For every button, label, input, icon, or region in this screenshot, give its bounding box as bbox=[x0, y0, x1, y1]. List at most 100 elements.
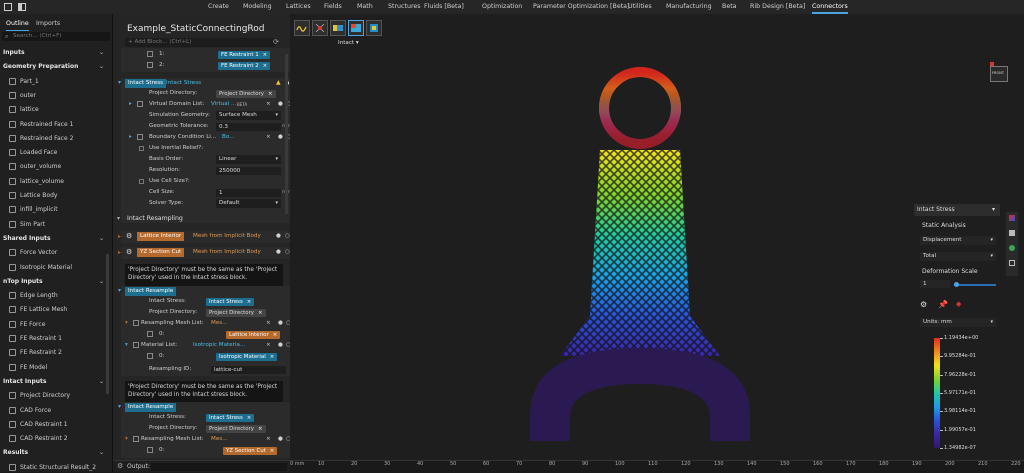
outline-item[interactable]: CAD Restraint 1 bbox=[0, 418, 110, 432]
expand-chevron-icon[interactable]: ▸ bbox=[129, 99, 132, 110]
outline-section-header[interactable]: Intact Inputs ⌄ bbox=[0, 375, 110, 389]
resampling-mesh-chip[interactable]: Mes... bbox=[211, 318, 228, 329]
remove-icon[interactable]: × bbox=[266, 99, 271, 110]
menu-item-connectors[interactable]: Connectors bbox=[812, 0, 848, 14]
outline-section-header[interactable]: Results ⌄ bbox=[0, 446, 110, 460]
deformation-scale-slider[interactable] bbox=[954, 282, 996, 287]
gear-icon[interactable]: ⚙ bbox=[920, 300, 927, 309]
block-name-label[interactable]: Intact Stress bbox=[163, 79, 204, 88]
chevron-down-icon[interactable]: ⌄ bbox=[99, 446, 104, 460]
info-icon[interactable]: ● bbox=[278, 318, 283, 329]
menu-item-math[interactable]: Math bbox=[357, 0, 373, 14]
resampling-id-input[interactable]: lattice-cut bbox=[211, 366, 286, 374]
layers-icon[interactable] bbox=[1009, 230, 1015, 236]
lattice-interior-chip[interactable]: Lattice Interior × bbox=[226, 331, 281, 339]
outline-item[interactable]: infill_implicit bbox=[0, 203, 110, 217]
section-chevron-icon[interactable]: ▾ bbox=[117, 215, 120, 222]
isotropic-material-chip[interactable]: Isotropic Material × bbox=[216, 353, 278, 361]
outline-section-header[interactable]: Inputs ⌄ bbox=[0, 46, 110, 60]
add-block-input[interactable]: + Add Block... (Ctrl+L) bbox=[125, 38, 275, 47]
outline-item[interactable]: FE Restraint 1 bbox=[0, 332, 110, 346]
simulation-geometry-dropdown[interactable]: Surface Mesh ▾ bbox=[216, 111, 281, 120]
collapse-chevron-icon[interactable]: ▾ bbox=[118, 79, 121, 86]
render-mode-thumbnail-active[interactable] bbox=[348, 20, 364, 36]
collapse-chevron-icon[interactable]: ▾ bbox=[118, 287, 121, 294]
pin-icon[interactable]: 📌 bbox=[938, 300, 948, 309]
remove-icon[interactable]: × bbox=[266, 340, 271, 351]
chevron-down-icon[interactable]: ⌄ bbox=[99, 375, 104, 389]
outline-item[interactable]: FE Restraint 2 bbox=[0, 346, 110, 360]
menu-item-manufacturing[interactable]: Manufacturing bbox=[666, 0, 712, 14]
refresh-icon[interactable]: ⟳ bbox=[273, 38, 279, 46]
component-dropdown[interactable]: Total ▾ bbox=[920, 252, 996, 261]
chevron-down-icon[interactable]: ▾ bbox=[992, 206, 995, 213]
notebook-scrollbar[interactable] bbox=[285, 54, 288, 214]
intact-stress-chip[interactable]: Intact Stress × bbox=[206, 414, 255, 422]
render-mode-thumbnail[interactable] bbox=[366, 20, 382, 36]
outline-search-input[interactable]: Search... (Ctrl+F) bbox=[13, 32, 62, 41]
expand-chevron-icon[interactable]: ▸ bbox=[129, 132, 132, 143]
outline-item[interactable]: Restrained Face 1 bbox=[0, 118, 110, 132]
menu-item-lattices[interactable]: Lattices bbox=[286, 0, 311, 14]
outline-item[interactable]: Isotropic Material bbox=[0, 261, 110, 275]
outline-item[interactable]: Part_1 bbox=[0, 75, 110, 89]
expand-chevron-icon[interactable]: ▾ bbox=[125, 340, 128, 351]
checkbox-icon[interactable] bbox=[139, 179, 144, 184]
menu-item-create[interactable]: Create bbox=[208, 0, 229, 14]
info-icon[interactable]: ● bbox=[278, 340, 283, 351]
outline-item[interactable]: Loaded Face bbox=[0, 146, 110, 160]
outline-item[interactable]: outer bbox=[0, 89, 110, 103]
color-swatch-icon[interactable] bbox=[1009, 215, 1015, 221]
virtual-domain-chip[interactable]: Virtual ... bbox=[211, 99, 236, 110]
render-mode-thumbnail[interactable] bbox=[330, 20, 346, 36]
menu-item-fields[interactable]: Fields bbox=[324, 0, 342, 14]
render-mode-thumbnail[interactable] bbox=[294, 20, 310, 36]
cell-size-input[interactable]: 1 bbox=[216, 189, 281, 197]
expand-chevron-icon[interactable]: ▸ bbox=[118, 233, 121, 240]
outline-item[interactable]: FE Force bbox=[0, 318, 110, 332]
basis-order-dropdown[interactable]: Linear ▾ bbox=[216, 155, 281, 164]
outline-item[interactable]: Static Structural Result_2 bbox=[0, 461, 110, 472]
expand-chevron-icon[interactable]: ▾ bbox=[125, 434, 128, 445]
gear-icon[interactable]: ⚙ bbox=[117, 462, 123, 470]
remove-icon[interactable]: × bbox=[266, 434, 271, 445]
expand-chevron-icon[interactable]: ▾ bbox=[125, 318, 128, 329]
boundary-condition-chip[interactable]: Bo... bbox=[222, 132, 235, 143]
outline-item[interactable]: lattice bbox=[0, 103, 110, 117]
outline-search-box[interactable]: ⌕ Search... (Ctrl+F) bbox=[2, 32, 110, 41]
3d-viewport[interactable]: Intact ▾ FRONT Intact Stress ▾ Static An… bbox=[290, 14, 1024, 472]
menu-item-rib-design-beta[interactable]: Rib Design [Beta] bbox=[750, 0, 805, 14]
outline-item[interactable]: FE Model bbox=[0, 361, 110, 375]
geometric-tolerance-input[interactable]: 0.3 bbox=[216, 123, 281, 131]
outline-scrollbar[interactable] bbox=[106, 254, 109, 394]
chevron-down-icon[interactable]: ⌄ bbox=[99, 232, 104, 246]
project-directory-chip[interactable]: Project Directory × bbox=[206, 309, 266, 317]
remove-icon[interactable]: × bbox=[266, 318, 271, 329]
outline-item[interactable]: Restrained Face 2 bbox=[0, 132, 110, 146]
resolution-input[interactable]: 250000 bbox=[216, 167, 281, 175]
outline-item[interactable]: Project Directory bbox=[0, 389, 110, 403]
outline-item[interactable]: outer_volume bbox=[0, 160, 110, 174]
outline-section-header[interactable]: Geometry Preparation ⌄ bbox=[0, 60, 110, 74]
project-directory-chip[interactable]: Project Directory × bbox=[206, 425, 266, 433]
tab-outline[interactable]: Outline bbox=[6, 18, 29, 31]
menu-item-beta[interactable]: Beta bbox=[722, 0, 737, 14]
chevron-down-icon[interactable]: ⌄ bbox=[99, 60, 104, 74]
intact-stress-chip[interactable]: Intact Stress × bbox=[206, 298, 255, 306]
connecting-rod-model[interactable] bbox=[530, 66, 750, 446]
tab-imports[interactable]: Imports bbox=[36, 18, 60, 30]
chevron-down-icon[interactable]: ⌄ bbox=[99, 275, 104, 289]
menu-item-structures[interactable]: Structures bbox=[388, 0, 421, 14]
outline-item[interactable]: lattice_volume bbox=[0, 175, 110, 189]
menu-item-fluids-beta[interactable]: Fluids [Beta] bbox=[424, 0, 464, 14]
info-icon[interactable]: ● bbox=[278, 434, 283, 445]
field-dropdown[interactable]: Displacement ▾ bbox=[920, 236, 996, 245]
menu-item-utilities[interactable]: Utilities bbox=[628, 0, 652, 14]
project-directory-chip[interactable]: Project Directory × bbox=[216, 90, 276, 98]
outline-item[interactable]: CAD Force bbox=[0, 404, 110, 418]
resampling-mesh-chip[interactable]: Mes... bbox=[211, 434, 228, 445]
view-cube[interactable]: FRONT bbox=[990, 66, 1008, 82]
outline-item[interactable]: Lattice Body bbox=[0, 189, 110, 203]
sidebar-toggle-icon[interactable] bbox=[4, 3, 12, 11]
menu-item-parameter-optimization-beta[interactable]: Parameter Optimization [Beta] bbox=[533, 0, 629, 14]
